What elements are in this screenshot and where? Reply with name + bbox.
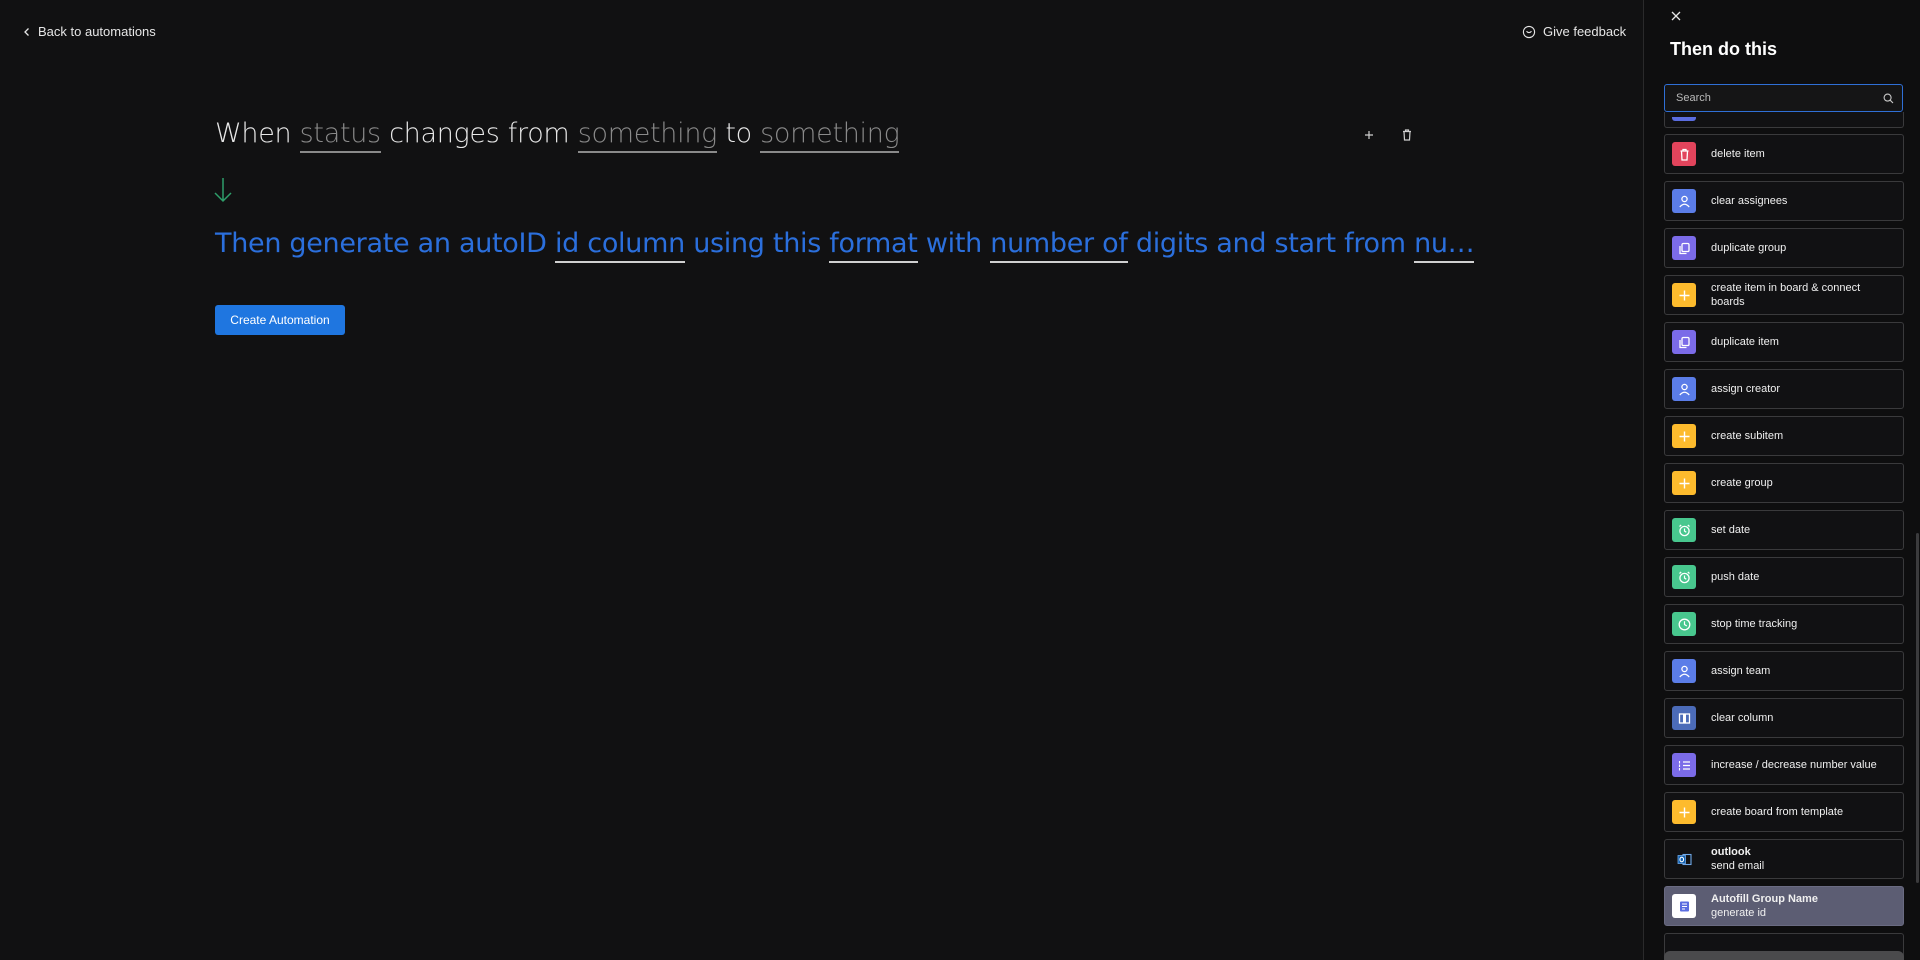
trash-icon <box>1672 142 1696 166</box>
action-format-slot[interactable]: format <box>829 228 918 263</box>
list-item-label: duplicate item <box>1711 336 1779 348</box>
list-item-label: stop time tracking <box>1711 618 1798 630</box>
feedback-icon <box>1522 25 1536 38</box>
number-list-icon <box>1672 753 1696 777</box>
list-item[interactable]: duplicate group <box>1664 228 1904 268</box>
search-icon <box>1883 93 1894 104</box>
action-list: delete item clear assignees duplicate grou… <box>1664 112 1904 960</box>
feedback-label: Give feedback <box>1543 24 1627 39</box>
list-item-label: set date <box>1711 524 1751 536</box>
list-item[interactable]: increase / decrease number value <box>1664 745 1904 785</box>
list-item[interactable]: assign creator <box>1664 369 1904 409</box>
arrow-down-icon <box>214 178 232 203</box>
copy-icon <box>1672 236 1696 260</box>
list-item-app-name: outlook <box>1711 846 1751 858</box>
trigger-text: changes from <box>389 118 570 149</box>
plus-icon <box>1672 424 1696 448</box>
outlook-icon <box>1672 847 1696 871</box>
list-item[interactable]: duplicate item <box>1664 322 1904 362</box>
list-item-label: clear column <box>1711 712 1774 724</box>
list-item-label: push date <box>1711 571 1760 583</box>
copy-icon <box>1672 330 1696 354</box>
trigger-to-value-slot[interactable]: something <box>760 118 900 153</box>
list-item[interactable]: stop time tracking <box>1664 604 1904 644</box>
action-text: with <box>925 228 982 259</box>
alarm-icon <box>1672 518 1696 542</box>
list-item-label: create board from template <box>1711 806 1844 818</box>
list-item-label: create group <box>1711 477 1773 489</box>
panel-title: Then do this <box>1670 39 1777 59</box>
clock-icon <box>1672 612 1696 636</box>
panel-footer-bar <box>1664 951 1904 960</box>
list-item-app-name: Autofill Group Name <box>1711 893 1818 905</box>
list-item-label: assign team <box>1711 665 1771 677</box>
alarm-icon <box>1672 565 1696 589</box>
person-icon <box>1672 189 1696 213</box>
person-icon <box>1672 659 1696 683</box>
action-text: using this <box>693 228 821 259</box>
list-item[interactable]: create group <box>1664 463 1904 503</box>
list-item-label: increase / decrease number value <box>1711 759 1877 771</box>
list-item[interactable]: assign team <box>1664 651 1904 691</box>
list-item[interactable]: clear assignees <box>1664 181 1904 221</box>
list-item[interactable]: create board from template <box>1664 792 1904 832</box>
rule-actions <box>1362 128 1414 142</box>
search-input[interactable] <box>1665 85 1902 111</box>
trigger-text: to <box>725 118 752 149</box>
list-item[interactable]: Autofill Group Name generate id <box>1664 886 1904 926</box>
create-automation-button[interactable]: Create Automation <box>215 305 345 335</box>
list-item-action: generate id <box>1711 907 1767 919</box>
list-item-label: duplicate group <box>1711 242 1787 254</box>
trash-icon[interactable] <box>1400 128 1414 142</box>
scrollbar[interactable] <box>1916 533 1919 883</box>
list-item-label: clear assignees <box>1711 195 1788 207</box>
back-to-automations-link[interactable]: Back to automations <box>22 24 156 39</box>
action-digits-slot[interactable]: number of <box>990 228 1128 263</box>
app-icon <box>1672 894 1696 918</box>
trigger-text: When <box>215 118 292 149</box>
action-text: Then generate an autoID <box>215 228 547 259</box>
trigger-sentence: When status changes from something to so… <box>215 118 900 153</box>
action-text: digits and start from <box>1135 228 1406 259</box>
list-item[interactable]: outlook send email <box>1664 839 1904 879</box>
search-field <box>1664 84 1903 112</box>
list-item[interactable]: create subitem <box>1664 416 1904 456</box>
list-item-label: assign creator <box>1711 383 1781 395</box>
action-picker-panel: Then do this delete itemclear assigneesd… <box>1643 0 1920 960</box>
plus-icon <box>1672 800 1696 824</box>
close-icon[interactable] <box>1670 10 1682 22</box>
list-item[interactable]: clear column <box>1664 698 1904 738</box>
give-feedback-button[interactable]: Give feedback <box>1522 24 1626 39</box>
back-label: Back to automations <box>38 24 156 39</box>
person-icon <box>1672 377 1696 401</box>
automation-editor: Back to automations Give feedback When s… <box>0 0 1643 960</box>
list-item-label: create item in board & connect boards <box>1711 282 1861 308</box>
action-id-column-slot[interactable]: id column <box>554 228 685 263</box>
list-item-action: send email <box>1711 860 1765 872</box>
add-condition-icon[interactable] <box>1362 128 1376 142</box>
list-item-label: outlook send email <box>1711 845 1772 873</box>
list-item-label: create subitem <box>1711 430 1784 442</box>
list-item[interactable]: set date <box>1664 510 1904 550</box>
list-item-label: Autofill Group Name generate id <box>1711 892 1826 920</box>
list-item[interactable]: push date <box>1664 557 1904 597</box>
trigger-column-slot[interactable]: status <box>299 118 381 153</box>
column-icon <box>1672 706 1696 730</box>
list-item-label: delete item <box>1711 148 1765 160</box>
chevron-left-icon <box>24 27 29 36</box>
list-item[interactable]: create item in board & connect boards <box>1664 275 1904 315</box>
action-sentence: Then generate an autoID id column using … <box>215 228 1475 263</box>
trigger-from-value-slot[interactable]: something <box>577 118 717 153</box>
plus-icon <box>1672 471 1696 495</box>
plus-icon <box>1672 283 1696 307</box>
list-item[interactable]: delete item <box>1664 134 1904 174</box>
action-start-number-slot[interactable]: nu… <box>1414 228 1475 263</box>
